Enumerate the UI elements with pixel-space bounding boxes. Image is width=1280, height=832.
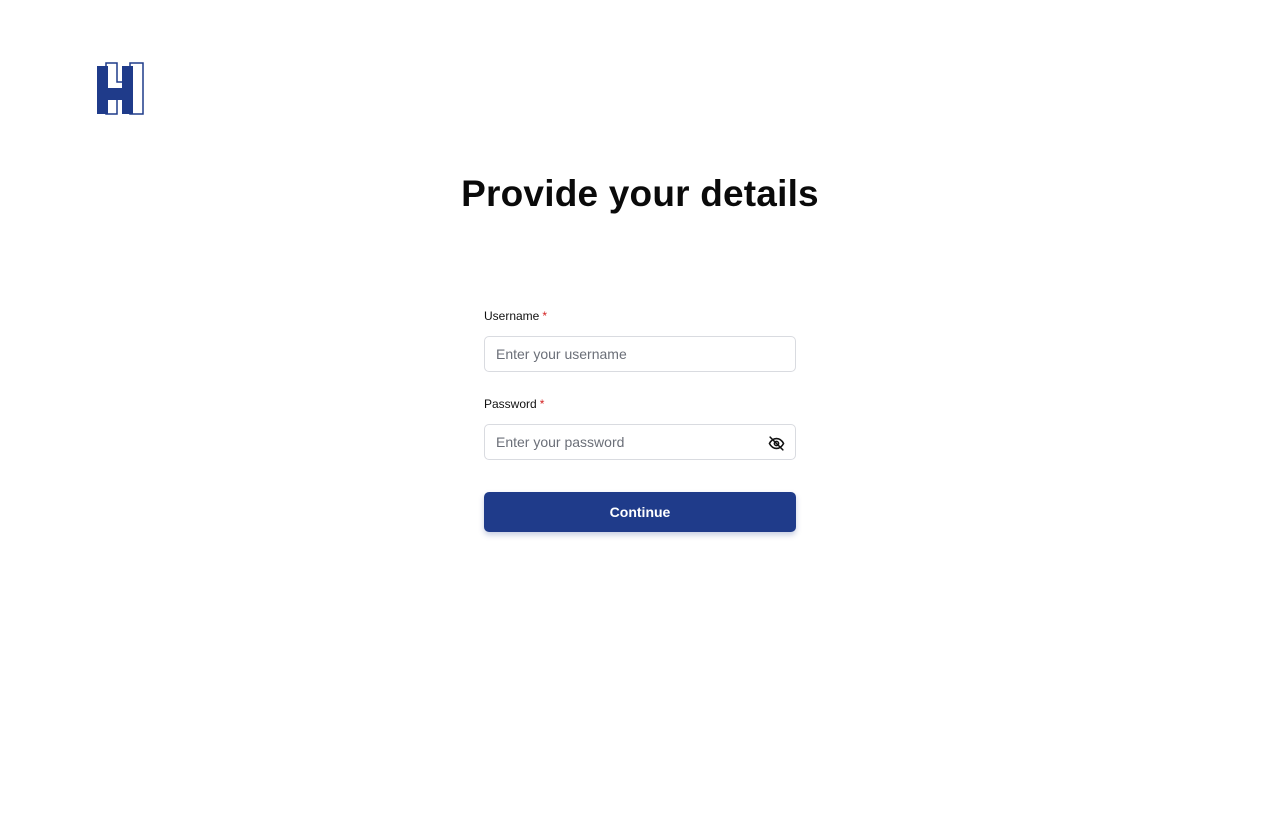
password-input[interactable]	[485, 425, 795, 459]
password-input-wrapper	[484, 424, 796, 460]
username-input[interactable]	[485, 337, 795, 371]
brand-logo	[96, 62, 144, 115]
username-label-text: Username	[484, 309, 540, 323]
username-input-wrapper	[484, 336, 796, 372]
password-field-group: Password *	[484, 396, 796, 460]
password-label-text: Password	[484, 397, 537, 411]
page-title: Provide your details	[461, 173, 819, 214]
required-asterisk: *	[542, 309, 548, 323]
h-logo-icon	[97, 62, 144, 115]
continue-button[interactable]: Continue	[484, 492, 796, 532]
password-label: Password *	[484, 396, 796, 412]
username-field-group: Username *	[484, 308, 796, 372]
eye-off-icon[interactable]	[767, 434, 785, 452]
required-asterisk: *	[539, 397, 545, 411]
details-form: Username* Password* Conti	[484, 308, 796, 532]
login-page: Provide your details Username* Password*	[0, 0, 1280, 832]
username-label: Username *	[484, 308, 796, 324]
